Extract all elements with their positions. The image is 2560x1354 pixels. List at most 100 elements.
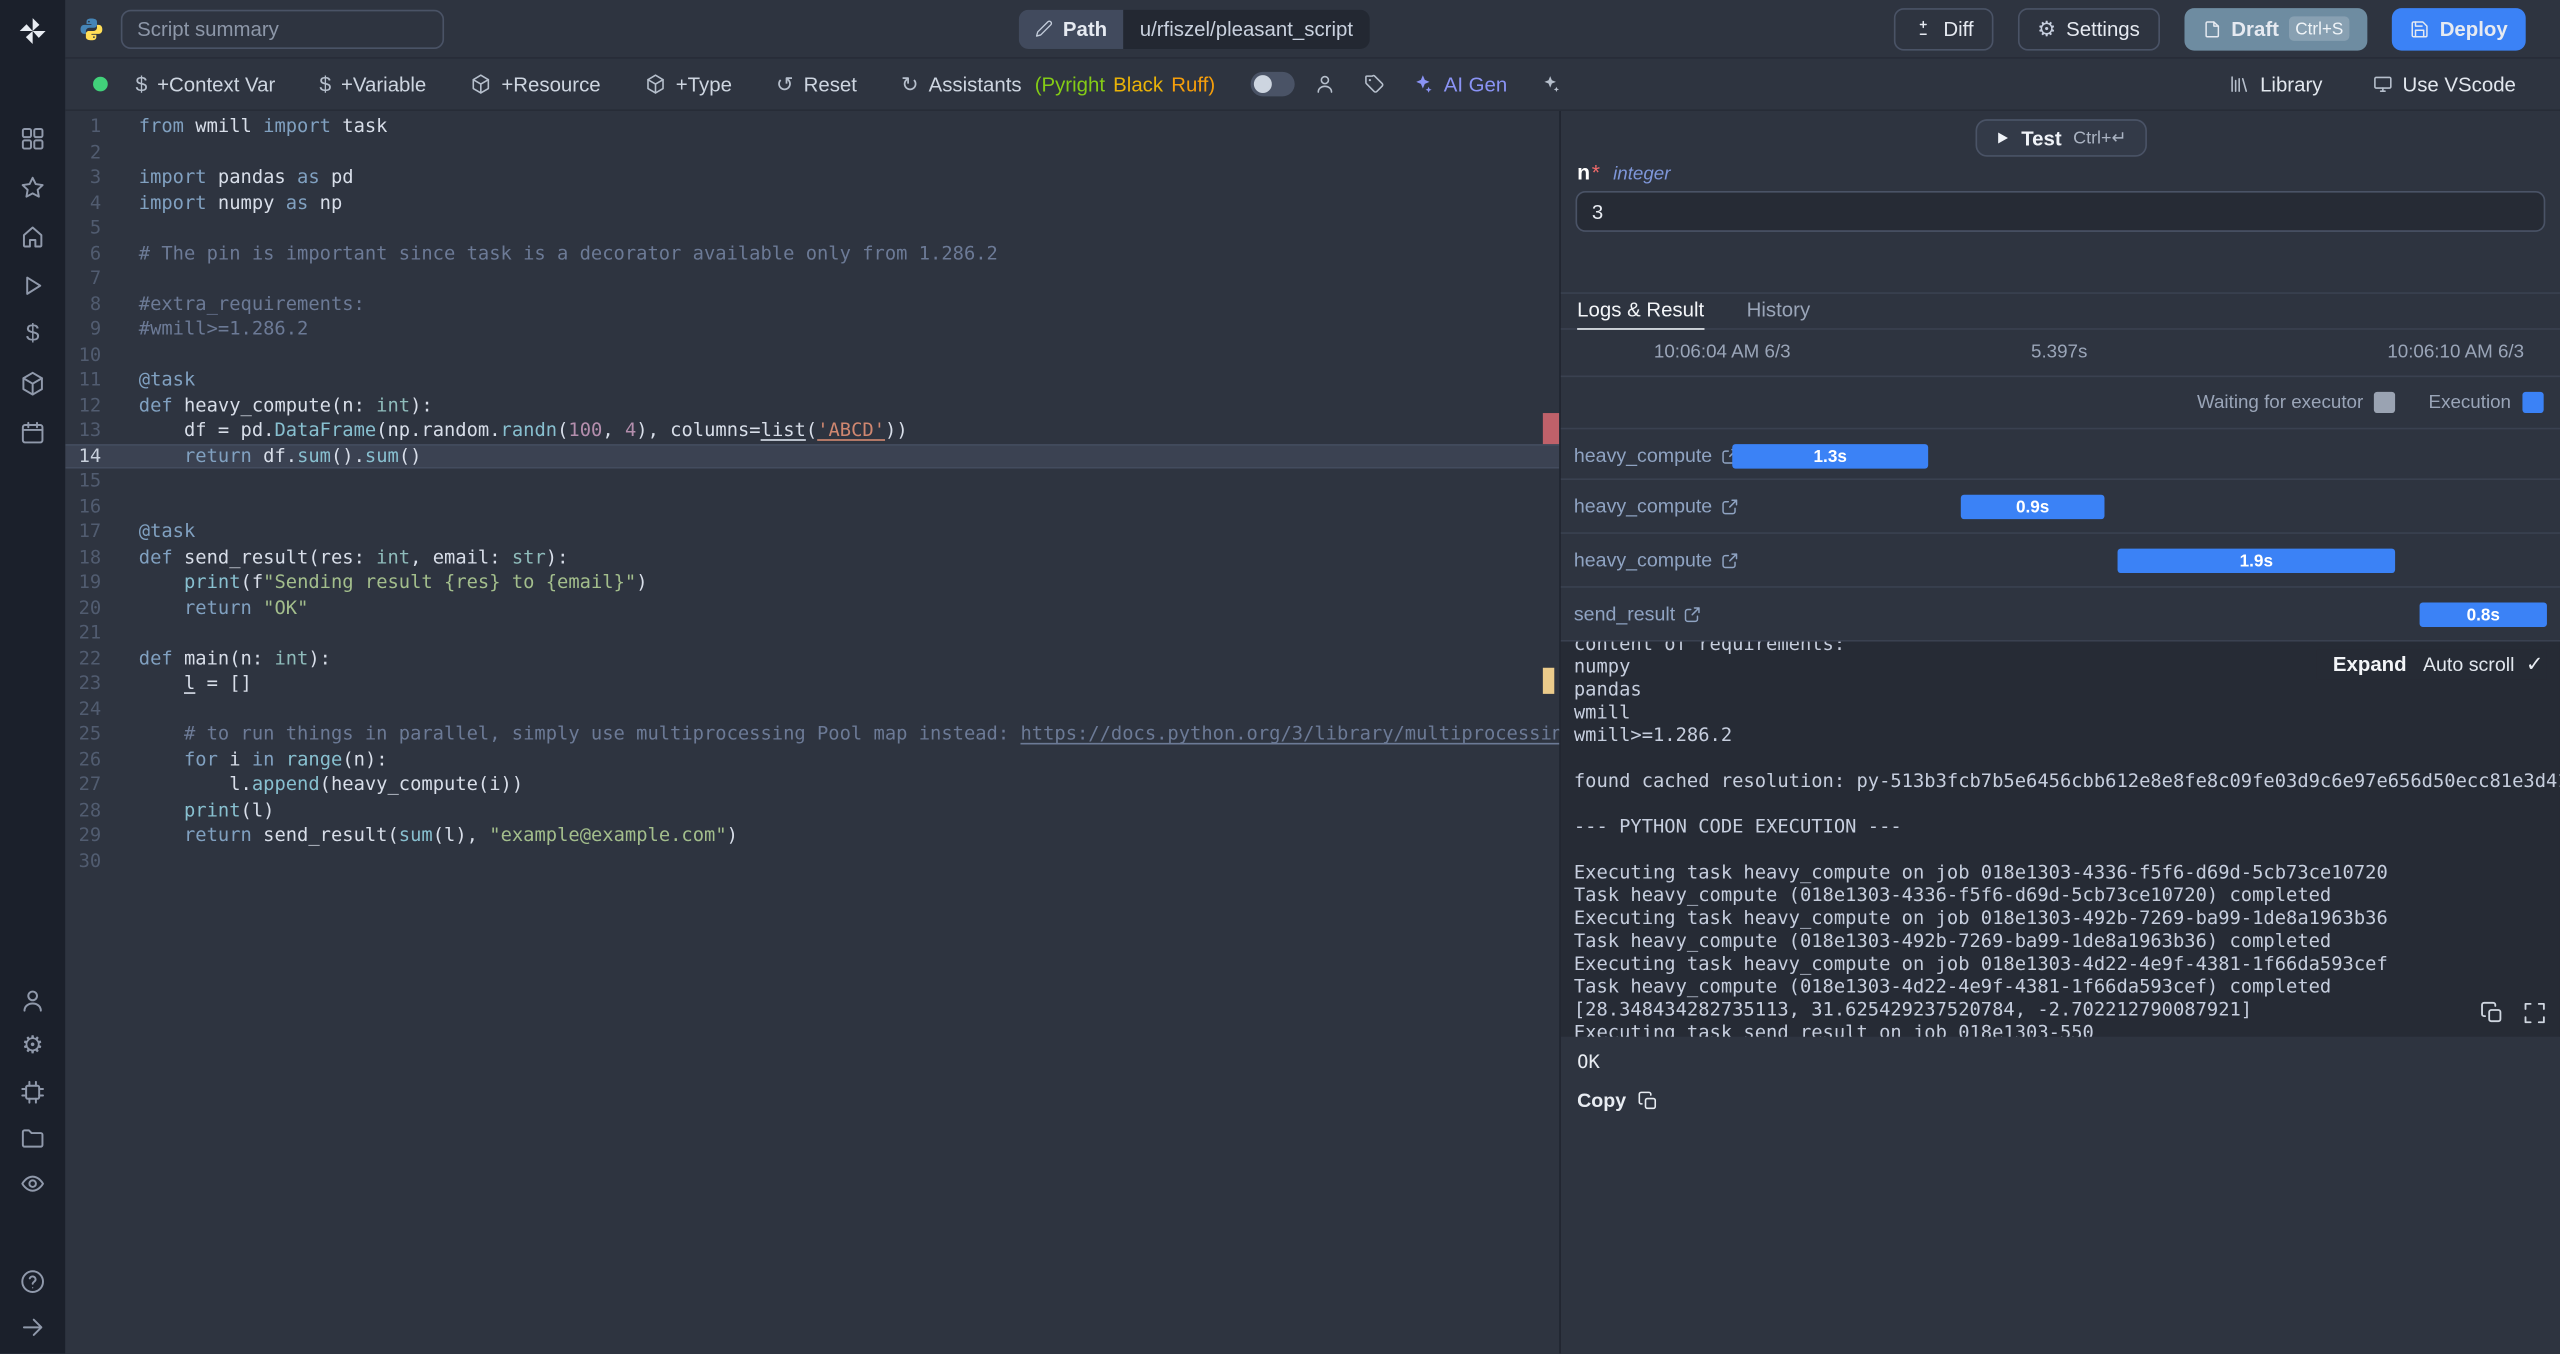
line-number: 1 xyxy=(89,114,102,138)
help-icon[interactable] xyxy=(20,1269,46,1295)
code-line-22[interactable]: 22 def main(n: int): xyxy=(65,646,1559,671)
arg-label: n * integer xyxy=(1577,159,1671,185)
test-button[interactable]: Test Ctrl+↵ xyxy=(1975,119,2147,157)
settings-gear-icon[interactable]: ⚙ xyxy=(20,1033,46,1060)
code-line-9[interactable]: 9 #wmill>=1.286.2 xyxy=(65,317,1559,342)
assistants-button[interactable]: ↻ Assistants xyxy=(901,73,1022,96)
code-line-28[interactable]: 28 print(l) xyxy=(65,798,1559,823)
logs-viewer[interactable]: content of requirements: numpy pandas wmill… xyxy=(1560,641,2560,1037)
sparkle-icon[interactable] xyxy=(1540,73,1561,94)
script-summary-input[interactable] xyxy=(120,8,445,49)
code-line-15[interactable]: 15 xyxy=(65,469,1559,494)
log-line: --- PYTHON CODE EXECUTION --- xyxy=(1573,814,1902,838)
code-line-26[interactable]: 26 for i in range(n): xyxy=(65,747,1559,772)
windmill-logo[interactable] xyxy=(16,15,49,48)
resources-icon[interactable] xyxy=(20,371,46,397)
use-vscode-button[interactable]: Use VScode xyxy=(2371,73,2516,96)
code-line-11[interactable]: 11 @task xyxy=(65,367,1559,392)
user-icon[interactable] xyxy=(20,988,46,1014)
reset-button[interactable]: ↺ Reset xyxy=(776,73,857,96)
job-duration-bar: 1.9s xyxy=(2117,548,2396,574)
copy-logs-icon[interactable] xyxy=(2480,1001,2504,1025)
add-variable-button[interactable]: $ +Variable xyxy=(319,73,426,96)
line-number: 4 xyxy=(89,190,102,214)
code-line-20[interactable]: 20 return "OK" xyxy=(65,595,1559,620)
assistants-status[interactable]: (Pyright Black Ruff) xyxy=(1035,73,1215,96)
play-icon xyxy=(1998,132,2008,144)
code-line-8[interactable]: 8 #extra_requirements: xyxy=(65,291,1559,316)
job-link[interactable]: send_result xyxy=(1574,602,1701,625)
star-icon[interactable] xyxy=(20,175,46,201)
code-line-21[interactable]: 21 xyxy=(65,620,1559,645)
ai-wand-icon xyxy=(1416,75,1433,93)
code-line-25[interactable]: 25 # to run things in parallel, simply u… xyxy=(65,722,1560,747)
code-line-10[interactable]: 10 xyxy=(65,342,1559,367)
autoscroll-toggle[interactable]: Auto scroll ✓ xyxy=(2423,651,2544,676)
job-link[interactable]: heavy_compute xyxy=(1574,495,1738,518)
code-line-12[interactable]: 12 def heavy_compute(n: int): xyxy=(65,393,1559,418)
line-number: 28 xyxy=(78,797,102,821)
code-line-13[interactable]: 13 df = pd.DataFrame(np.random.randn(100… xyxy=(65,418,1559,443)
tab-logs-result[interactable]: Logs & Result xyxy=(1577,299,1705,330)
code-line-23[interactable]: 23 l = [] xyxy=(65,671,1559,696)
tab-history[interactable]: History xyxy=(1747,299,1811,328)
schedules-icon[interactable] xyxy=(20,420,46,446)
cube-icon xyxy=(647,74,664,94)
library-button[interactable]: Library xyxy=(2229,73,2322,96)
code-line-30[interactable]: 30 xyxy=(65,848,1559,873)
code-line-14[interactable]: 14 return df.sum().sum() xyxy=(65,443,1560,469)
audit-eye-icon[interactable] xyxy=(20,1171,46,1197)
settings-button[interactable]: ⚙ Settings xyxy=(2017,7,2160,50)
preview-panel: Test Ctrl+↵ n* integer Logs & Result His… xyxy=(1559,111,2560,1354)
code-line-27[interactable]: 27 l.append(heavy_compute(i)) xyxy=(65,772,1559,797)
code-line-3[interactable]: 3 import pandas as pd xyxy=(65,165,1559,190)
deploy-button[interactable]: Deploy xyxy=(2392,7,2526,50)
code-line-2[interactable]: 2 xyxy=(65,140,1559,165)
code-line-18[interactable]: 18 def send_result(res: int, email: str): xyxy=(65,544,1559,569)
test-shortcut: Ctrl+↵ xyxy=(2073,128,2127,149)
log-line: Task heavy_compute (018e1303-492b-7269-b… xyxy=(1573,928,2332,952)
draft-button[interactable]: Draft Ctrl+S xyxy=(2183,7,2368,50)
code-line-24[interactable]: 24 xyxy=(65,696,1559,721)
diff-button[interactable]: Diff xyxy=(1894,7,1994,50)
code-line-16[interactable]: 16 xyxy=(65,494,1559,519)
check-icon: ✓ xyxy=(2525,651,2544,676)
code-line-19[interactable]: 19 print(f"Sending result {res} to {emai… xyxy=(65,570,1559,595)
arg-n-input[interactable] xyxy=(1575,191,2546,232)
code-line-4[interactable]: 4 import numpy as np xyxy=(65,190,1559,215)
library-bars-icon xyxy=(2231,76,2248,92)
add-resource-button[interactable]: +Resource xyxy=(470,73,601,96)
tag-icon[interactable] xyxy=(1364,73,1385,94)
code-line-7[interactable]: 7 xyxy=(65,266,1559,291)
job-link[interactable]: heavy_compute xyxy=(1574,444,1738,467)
windmill-app: $ ⚙ Script summary Path u/rfiszel/pleasa… xyxy=(0,0,2560,1354)
code-line-6[interactable]: 6 # The pin is important since task is a … xyxy=(65,241,1559,266)
apps-icon[interactable] xyxy=(20,126,46,152)
add-context-var-button[interactable]: $ +Context Var xyxy=(136,73,276,96)
path-button[interactable]: Path u/rfiszel/pleasant_script xyxy=(1018,8,1370,49)
add-type-button[interactable]: +Type xyxy=(645,73,732,96)
code-line-5[interactable]: 5 xyxy=(65,216,1559,241)
variables-icon[interactable]: $ xyxy=(20,321,46,348)
copy-result-button[interactable]: Copy xyxy=(1577,1089,1659,1112)
diff-icon xyxy=(1920,20,1928,35)
expand-sidebar-icon[interactable] xyxy=(20,1315,46,1341)
code-line-29[interactable]: 29 return send_result(sum(l), "example@e… xyxy=(65,823,1559,848)
runs-icon[interactable] xyxy=(20,273,46,299)
assistants-toggle[interactable] xyxy=(1251,71,1296,97)
maximize-logs-icon[interactable] xyxy=(2522,1001,2546,1025)
line-number: 20 xyxy=(78,595,102,618)
python-icon xyxy=(78,16,104,42)
job-link[interactable]: heavy_compute xyxy=(1574,549,1738,571)
ai-gen-button[interactable]: AI Gen xyxy=(1413,73,1507,96)
expand-logs-button[interactable]: Expand xyxy=(2333,653,2407,676)
line-number: 18 xyxy=(78,544,102,568)
multiplayer-person-icon[interactable] xyxy=(1315,73,1336,94)
workers-icon[interactable] xyxy=(20,1080,46,1106)
folders-icon[interactable] xyxy=(20,1126,46,1152)
code-line-1[interactable]: 1 from wmill import task xyxy=(65,114,1559,139)
code-editor[interactable]: 1 from wmill import task 2 3 import pandas … xyxy=(65,111,1560,1354)
job-row: send_result 0.8s xyxy=(1560,588,2560,642)
home-icon[interactable] xyxy=(20,224,46,250)
code-line-17[interactable]: 17 @task xyxy=(65,519,1559,544)
